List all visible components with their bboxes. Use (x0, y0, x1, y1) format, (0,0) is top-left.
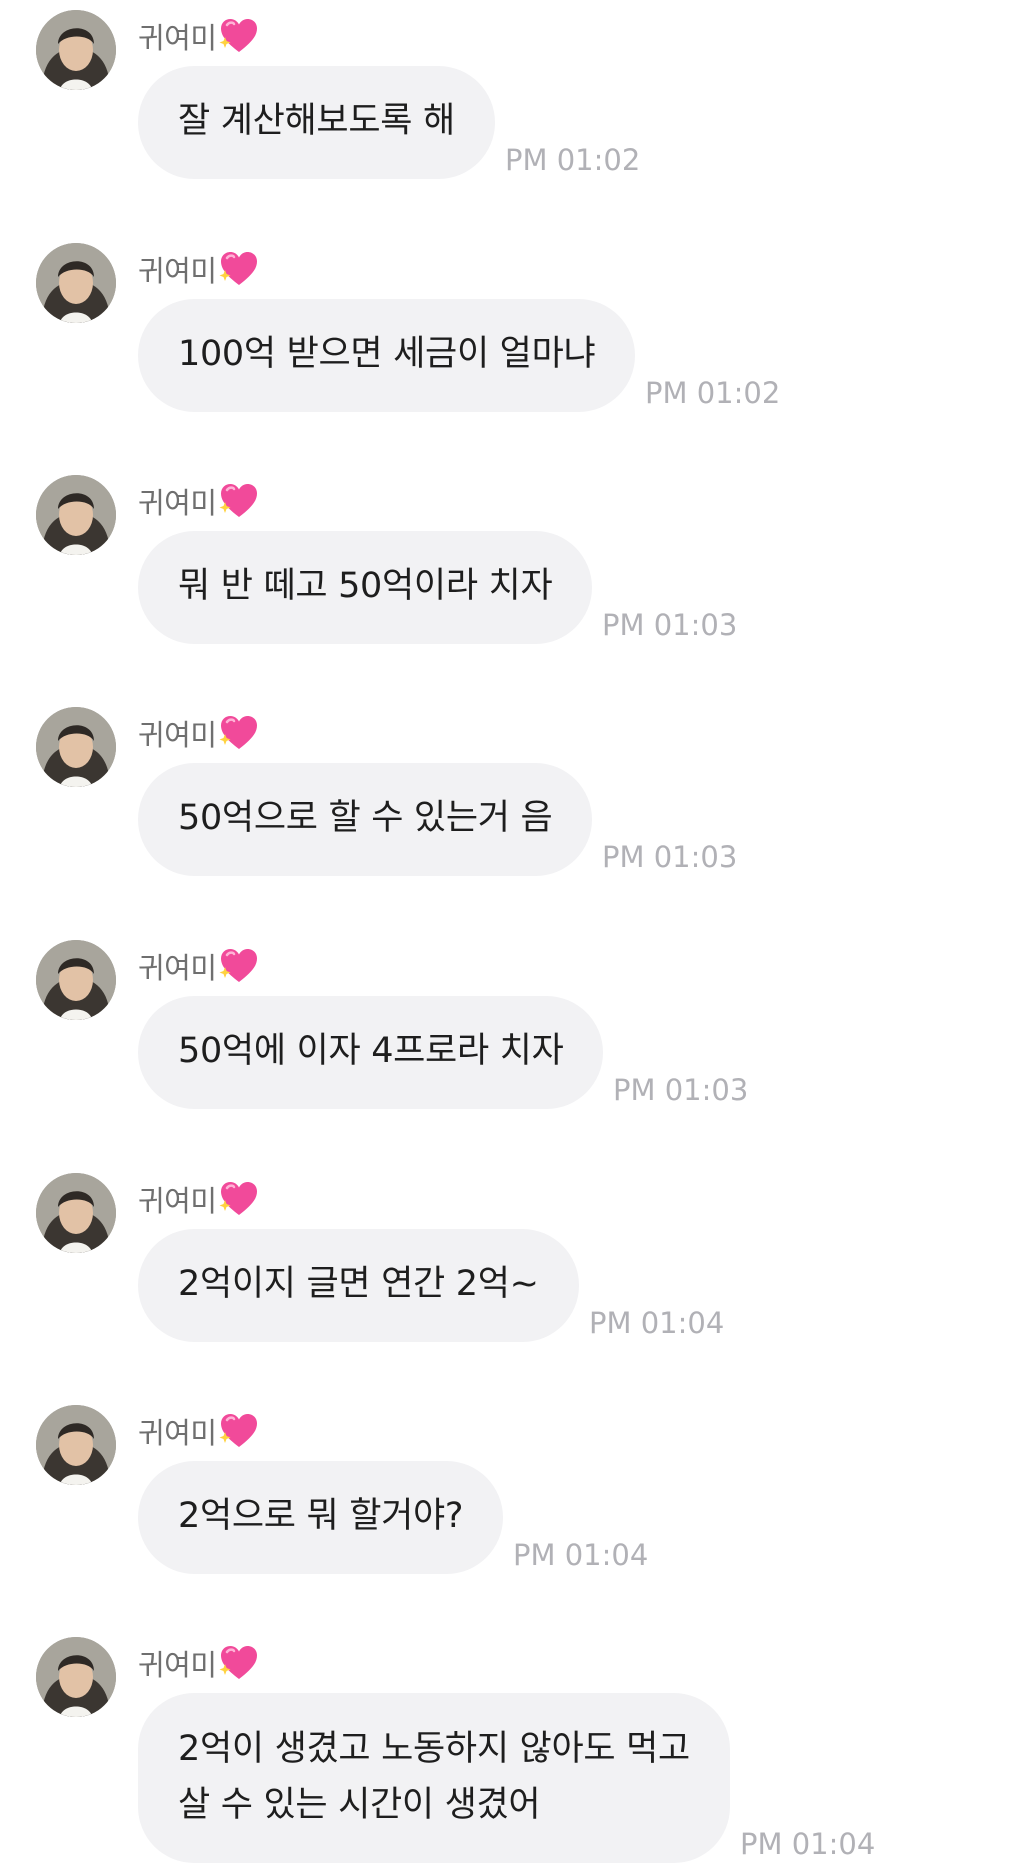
avatar[interactable] (36, 10, 116, 90)
avatar[interactable] (36, 1637, 116, 1717)
sender-name: 귀여미 (138, 1416, 217, 1450)
message-time: PM 01:02 (645, 376, 781, 410)
sparkling-heart-icon (219, 1646, 257, 1679)
message-bubble[interactable]: 50억으로 할 수 있는거 음 (138, 763, 593, 876)
message-time: PM 01:03 (602, 608, 738, 642)
message-line: 2억이 생겼고 노동하지 않아도 먹고 (178, 1729, 690, 1769)
sender-label: 귀여미 (138, 1643, 259, 1683)
sender-name: 귀여미 (138, 21, 217, 55)
sparkling-heart-icon (219, 19, 257, 52)
message-time: PM 01:04 (740, 1827, 876, 1861)
sender-name: 귀여미 (138, 1184, 217, 1218)
message-line: 살 수 있는 시간이 생겼어 (178, 1785, 541, 1825)
avatar[interactable] (36, 1405, 116, 1485)
message-time: PM 01:03 (602, 840, 738, 874)
sender-name: 귀여미 (138, 718, 217, 752)
sender-name: 귀여미 (138, 486, 217, 520)
message-time: PM 01:02 (505, 143, 641, 177)
avatar[interactable] (36, 243, 116, 323)
sender-label: 귀여미 (138, 1411, 259, 1451)
avatar[interactable] (36, 475, 116, 555)
sparkling-heart-icon (219, 716, 257, 749)
message-bubble[interactable]: 잘 계산해보도록 해 (138, 66, 495, 179)
chat-thread[interactable]: 귀여미 잘 계산해보도록 해 PM 01:02 귀여미 100억 받으면 세금이… (0, 0, 1024, 1863)
sparkling-heart-icon (219, 252, 257, 285)
sender-name: 귀여미 (138, 951, 217, 985)
message-bubble[interactable]: 2억으로 뭐 할거야? (138, 1461, 504, 1574)
message-bubble[interactable]: 50억에 이자 4프로라 치자 (138, 996, 604, 1109)
avatar[interactable] (36, 707, 116, 787)
sender-label: 귀여미 (138, 16, 259, 56)
message-time: PM 01:04 (589, 1306, 725, 1340)
sparkling-heart-icon (219, 1414, 257, 1447)
message-time: PM 01:03 (613, 1073, 749, 1107)
avatar[interactable] (36, 1173, 116, 1253)
message-bubble[interactable]: 뭐 반 떼고 50억이라 치자 (138, 531, 593, 644)
sender-name: 귀여미 (138, 254, 217, 288)
avatar[interactable] (36, 940, 116, 1020)
sender-label: 귀여미 (138, 481, 259, 521)
sender-label: 귀여미 (138, 946, 259, 986)
sparkling-heart-icon (219, 949, 257, 982)
sparkling-heart-icon (219, 1182, 257, 1215)
message-bubble[interactable]: 2억이 생겼고 노동하지 않아도 먹고 살 수 있는 시간이 생겼어 (138, 1693, 730, 1863)
sender-name: 귀여미 (138, 1648, 217, 1682)
sender-label: 귀여미 (138, 249, 259, 289)
message-bubble[interactable]: 2억이지 글면 연간 2억~ (138, 1229, 579, 1342)
sender-label: 귀여미 (138, 713, 259, 753)
sender-label: 귀여미 (138, 1179, 259, 1219)
message-bubble[interactable]: 100억 받으면 세금이 얼마냐 (138, 299, 636, 412)
sparkling-heart-icon (219, 484, 257, 517)
message-time: PM 01:04 (513, 1538, 649, 1572)
